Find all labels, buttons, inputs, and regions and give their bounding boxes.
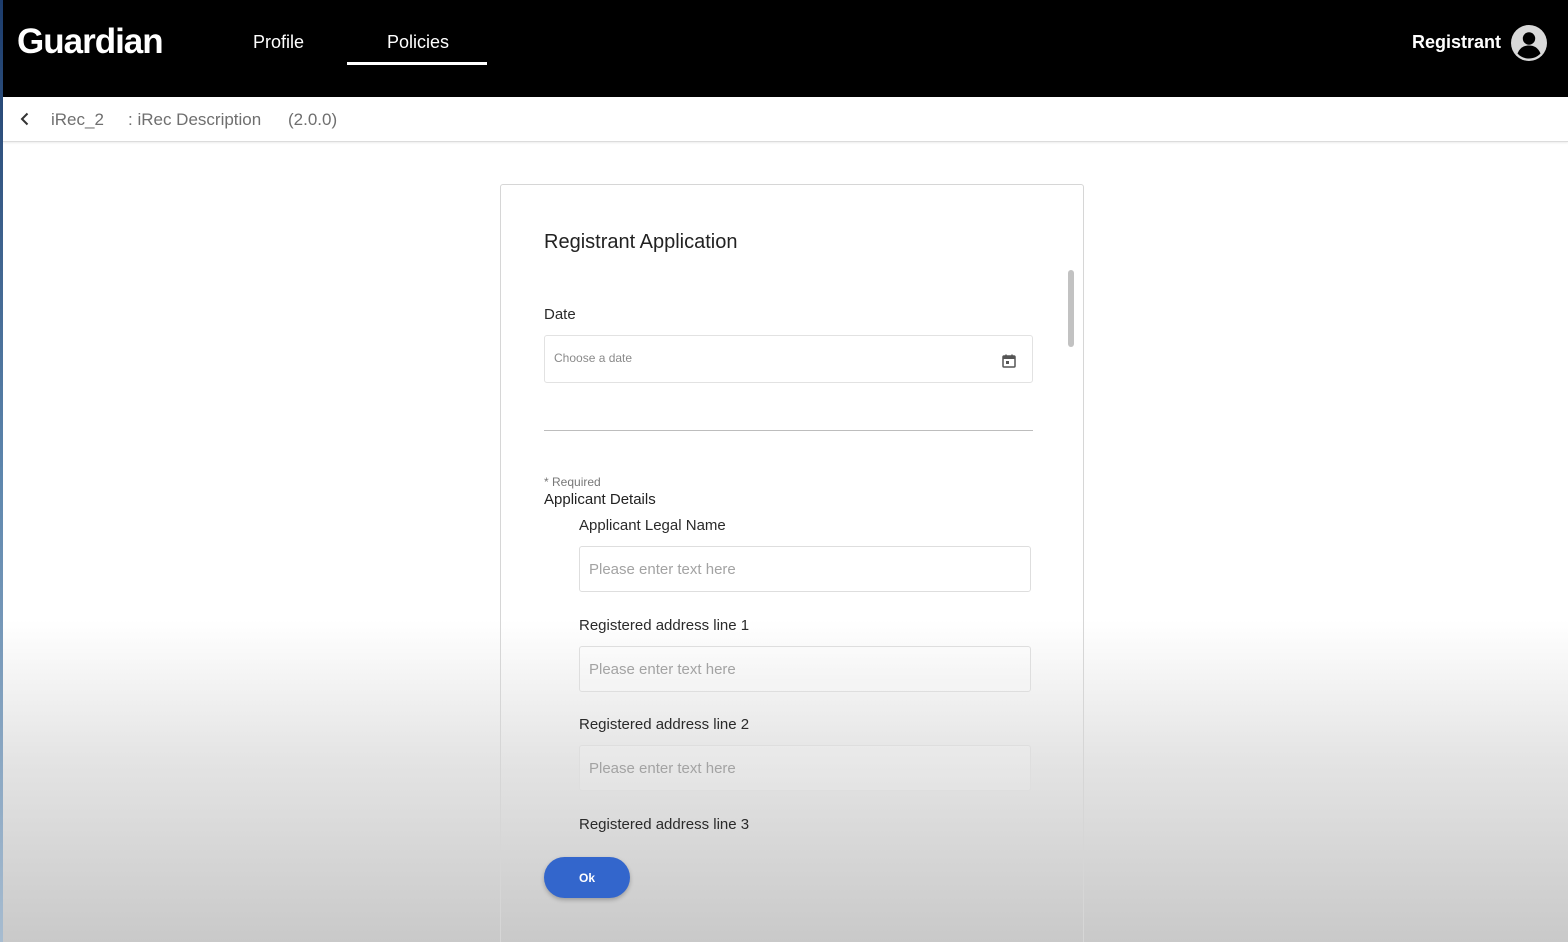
guardian-logo: Guardian xyxy=(17,22,164,61)
section-divider xyxy=(544,430,1033,431)
required-note: * Required xyxy=(544,475,601,489)
policy-name: iRec_2 xyxy=(51,110,104,129)
address-line-3-label: Registered address line 3 xyxy=(579,816,750,833)
address-line-2-input[interactable] xyxy=(579,745,1031,791)
ok-button[interactable]: Ok xyxy=(544,857,630,898)
date-placeholder: Choose a date xyxy=(554,351,633,365)
top-navigation-bar: Guardian Profile Policies Registrant xyxy=(3,0,1568,97)
breadcrumb: iRec_2 : iRec Description (2.0.0) xyxy=(3,97,1568,142)
address-line-2-label: Registered address line 2 xyxy=(579,716,750,733)
active-tab-indicator xyxy=(347,62,487,65)
date-label: Date xyxy=(544,306,576,323)
account-circle-icon[interactable] xyxy=(1511,25,1547,61)
app-page: Guardian Profile Policies Registrant iRe… xyxy=(0,0,1568,942)
applicant-legal-name-label: Applicant Legal Name xyxy=(579,517,726,534)
applicant-details-heading: Applicant Details xyxy=(544,491,656,508)
nav-tab-profile[interactable]: Profile xyxy=(253,32,304,53)
form-title: Registrant Application xyxy=(544,231,738,253)
chevron-left-icon[interactable] xyxy=(17,111,33,127)
nav-tab-policies[interactable]: Policies xyxy=(387,32,449,53)
user-role-label[interactable]: Registrant xyxy=(1412,32,1501,53)
address-line-1-input[interactable] xyxy=(579,646,1031,692)
applicant-legal-name-input[interactable] xyxy=(579,546,1031,592)
scrollbar-thumb[interactable] xyxy=(1068,270,1074,347)
policy-description: : iRec Description xyxy=(128,110,262,129)
application-form-card: Registrant Application Date Choose a dat… xyxy=(500,184,1084,942)
date-picker-field[interactable]: Choose a date xyxy=(544,335,1033,383)
policy-version: (2.0.0) xyxy=(288,110,338,129)
calendar-icon[interactable] xyxy=(1001,353,1017,369)
address-line-1-label: Registered address line 1 xyxy=(579,617,750,634)
